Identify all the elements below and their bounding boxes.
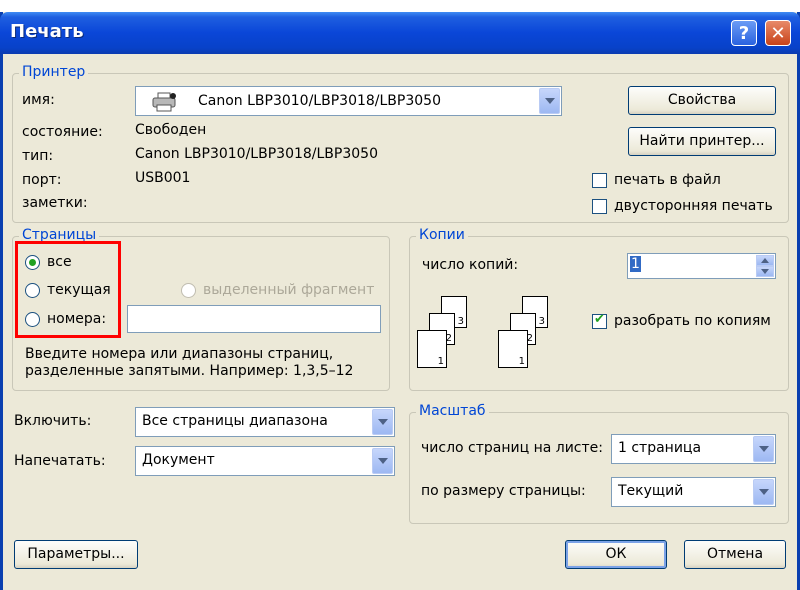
collate-page-1: 1 — [417, 330, 447, 368]
printer-name-label: имя: — [22, 92, 55, 108]
collate-checkbox[interactable] — [592, 312, 607, 329]
pages-per-sheet-select[interactable]: 1 страница — [611, 434, 776, 464]
printer-icon — [152, 92, 178, 116]
print-to-file-label[interactable]: печать в файл — [614, 172, 721, 188]
scale-to-paper-value: Текущий — [618, 483, 684, 499]
pages-all-radio[interactable] — [25, 255, 40, 270]
print-what-value: Документ — [142, 452, 215, 468]
options-button[interactable]: Параметры... — [14, 540, 138, 569]
duplex-checkbox[interactable] — [592, 199, 607, 214]
ok-button[interactable]: ОК — [565, 540, 667, 569]
copies-count-value[interactable]: 1 — [630, 256, 641, 272]
chevron-down-icon[interactable] — [539, 88, 560, 114]
duplex-label[interactable]: двусторонняя печать — [614, 198, 773, 214]
pages-all-label[interactable]: все — [47, 254, 72, 270]
spin-down-icon[interactable] — [756, 266, 774, 277]
include-value: Все страницы диапазона — [142, 413, 328, 429]
printer-status-value: Свободен — [135, 122, 207, 138]
dialog-title: Печать — [10, 21, 84, 42]
chevron-down-icon[interactable] — [753, 436, 774, 462]
zoom-group: Масштаб — [409, 403, 789, 524]
find-printer-button[interactable]: Найти принтер... — [628, 127, 776, 156]
copies-count-label: число копий: — [422, 257, 519, 273]
printer-name-value: Canon LBP3010/LBP3018/LBP3050 — [198, 93, 441, 109]
copies-legend: Копии — [416, 227, 468, 243]
printer-legend: Принтер — [19, 64, 89, 80]
print-what-select[interactable]: Документ — [135, 446, 395, 476]
pages-current-radio[interactable] — [25, 283, 40, 298]
pages-hint-line1: Введите номера или диапазоны страниц, — [25, 346, 334, 362]
collate-page-1: 1 — [498, 330, 528, 368]
printer-type-value: Canon LBP3010/LBP3018/LBP3050 — [135, 146, 378, 162]
spin-up-icon[interactable] — [756, 255, 774, 266]
pages-per-sheet-label: число страниц на листе: — [421, 440, 603, 456]
scale-to-paper-select[interactable]: Текущий — [611, 477, 776, 507]
scale-to-paper-label: по размеру страницы: — [421, 483, 586, 499]
pages-hint-line2: разделенные запятыми. Например: 1,3,5–12 — [25, 363, 354, 379]
cancel-button[interactable]: Отмена — [684, 540, 786, 569]
page-numbers-input[interactable] — [127, 305, 381, 333]
help-icon[interactable]: ? — [731, 20, 757, 46]
print-to-file-checkbox[interactable] — [592, 173, 607, 188]
zoom-legend: Масштаб — [416, 403, 489, 419]
include-label: Включить: — [14, 413, 92, 429]
chevron-down-icon[interactable] — [753, 479, 774, 505]
pages-numbers-radio[interactable] — [25, 312, 40, 327]
pages-numbers-label[interactable]: номера: — [47, 311, 106, 327]
copies-count-spinner[interactable]: 1 — [627, 253, 776, 279]
pages-selection-radio[interactable] — [181, 283, 196, 298]
collate-label[interactable]: разобрать по копиям — [614, 313, 771, 329]
chevron-down-icon[interactable] — [372, 409, 393, 435]
printer-type-label: тип: — [22, 148, 54, 164]
properties-button[interactable]: Свойства — [628, 86, 776, 115]
pages-per-sheet-value: 1 страница — [618, 440, 702, 456]
close-icon[interactable]: ✕ — [765, 20, 791, 46]
print-what-label: Напечатать: — [14, 453, 106, 469]
printer-port-value: USB001 — [135, 170, 191, 186]
printer-port-label: порт: — [22, 172, 62, 188]
include-select[interactable]: Все страницы диапазона — [135, 407, 395, 437]
pages-selection-label[interactable]: выделенный фрагмент — [203, 282, 374, 298]
title-bar[interactable]: Печать ? ✕ — [0, 12, 800, 54]
printer-status-label: состояние: — [22, 124, 103, 140]
chevron-down-icon[interactable] — [372, 448, 393, 474]
pages-current-label[interactable]: текущая — [47, 282, 111, 298]
printer-name-select[interactable]: Canon LBP3010/LBP3018/LBP3050 — [135, 86, 562, 116]
printer-notes-label: заметки: — [22, 195, 88, 211]
